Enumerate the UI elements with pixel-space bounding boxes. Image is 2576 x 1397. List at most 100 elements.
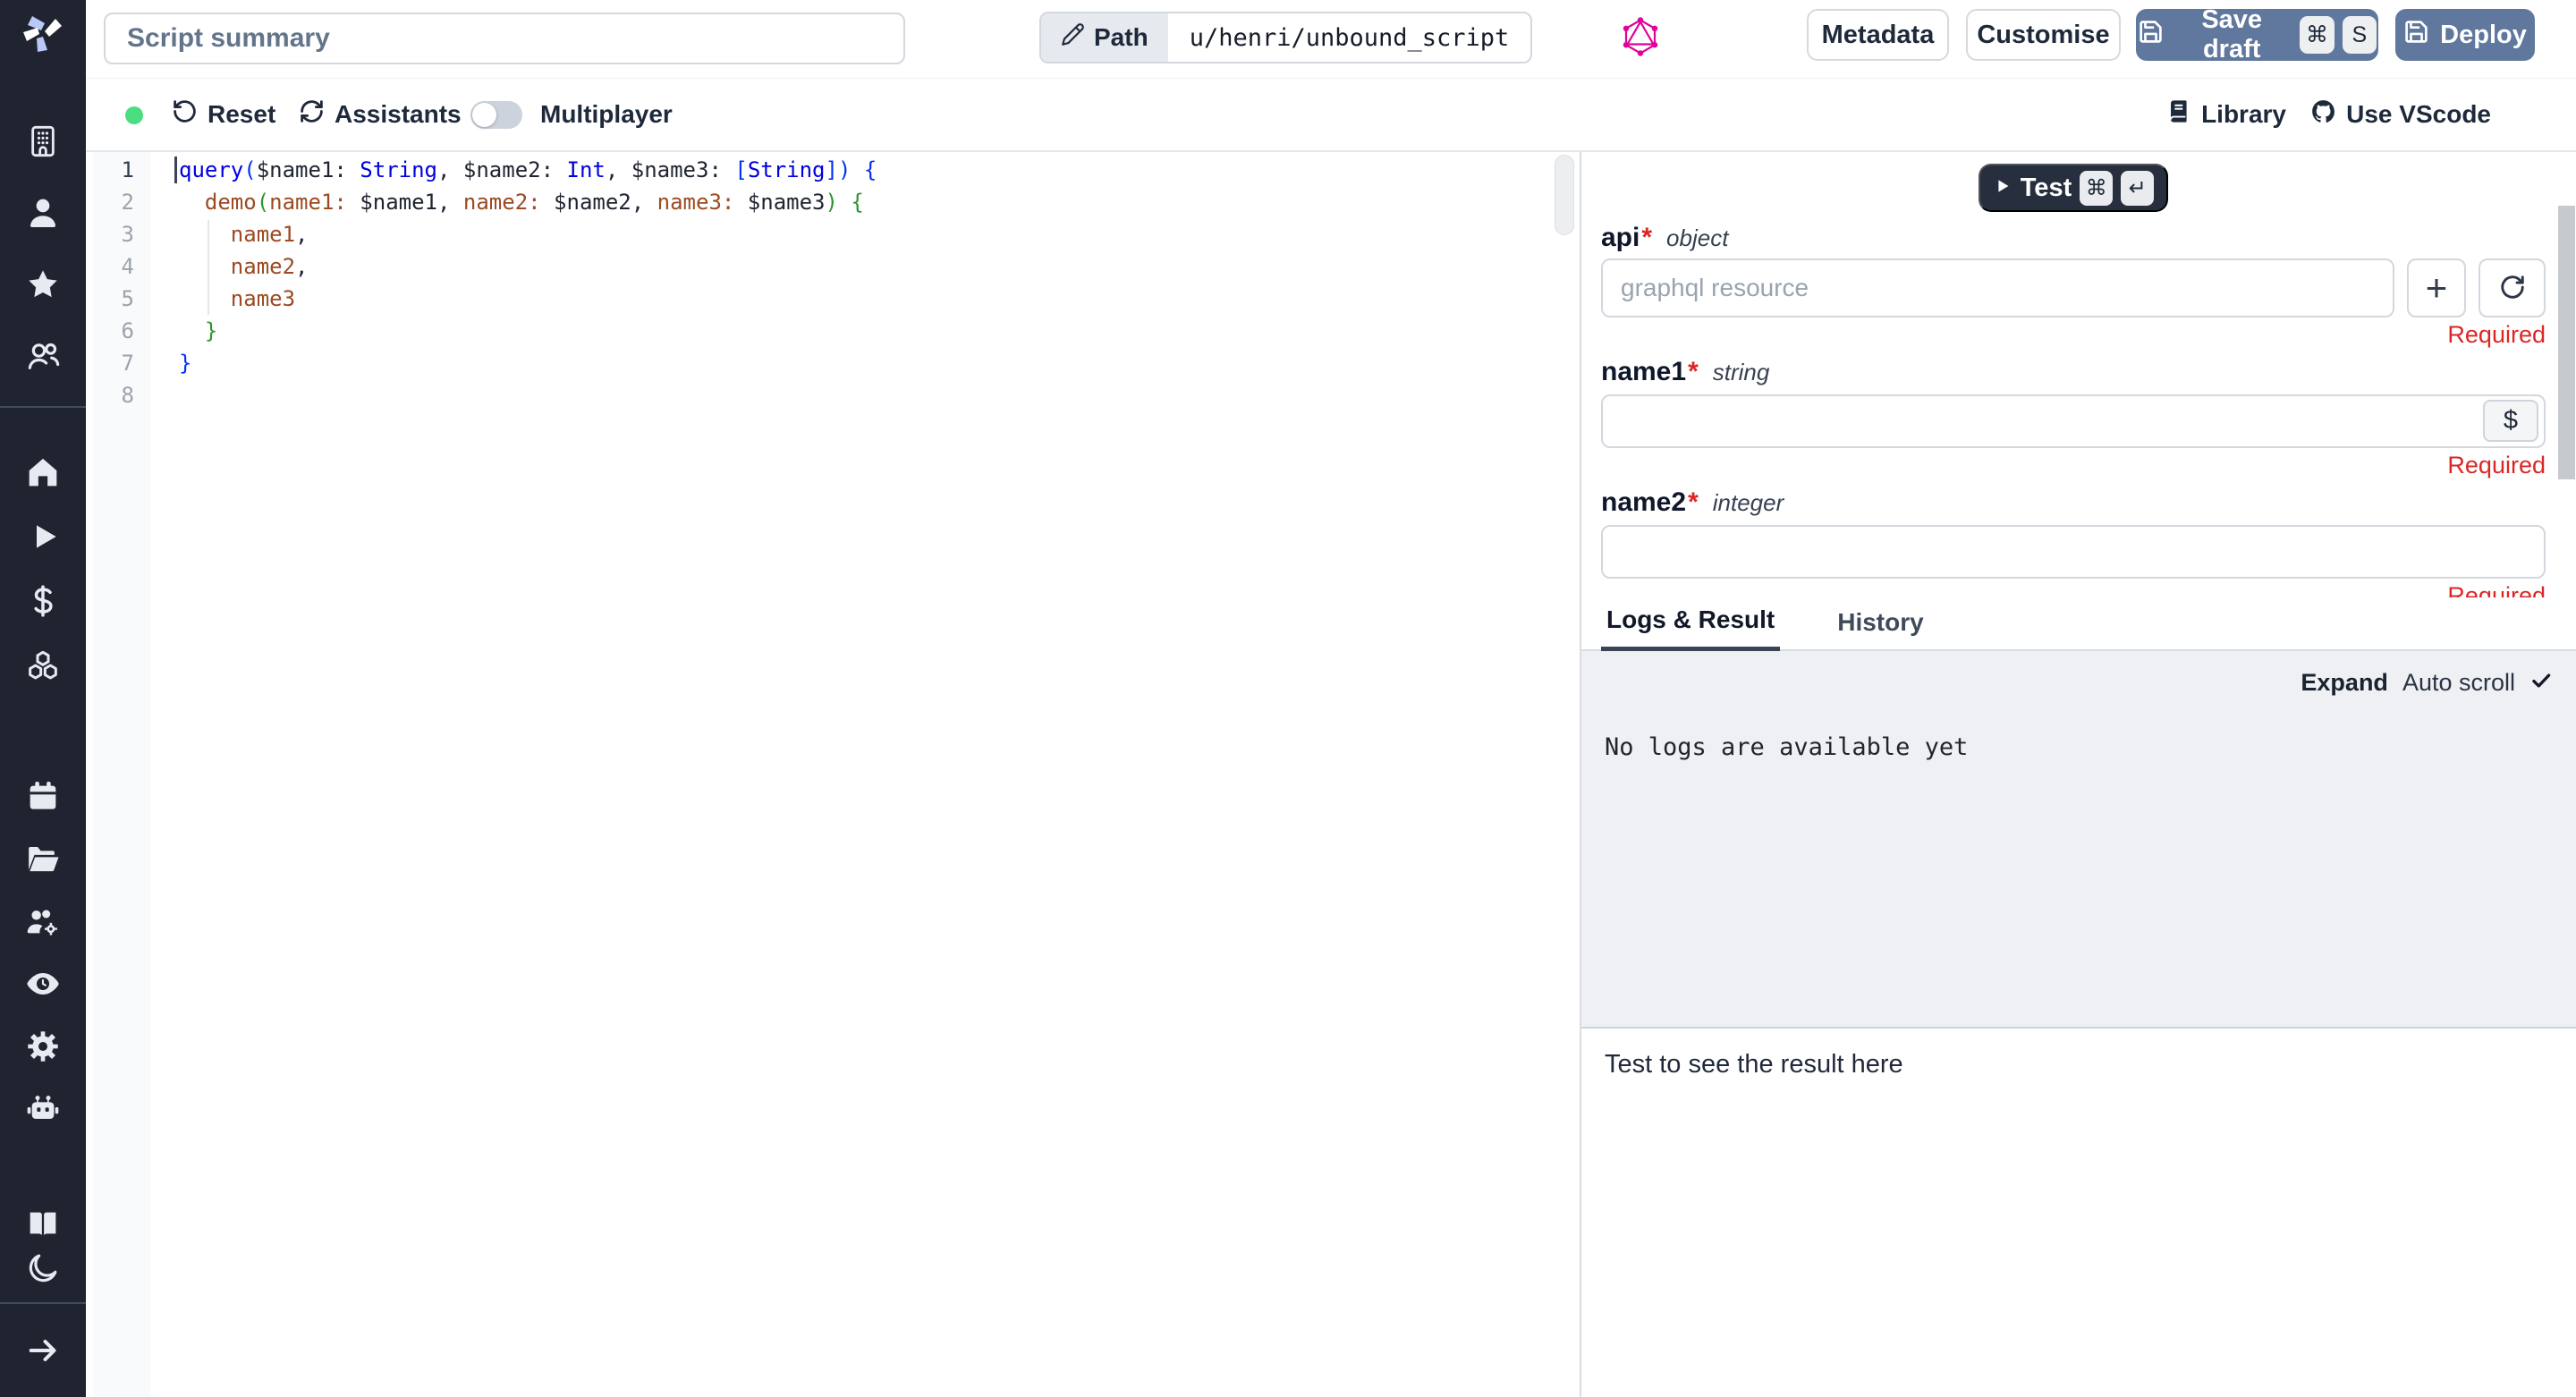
variable-picker-button[interactable]: $ [2483, 400, 2538, 442]
test-button[interactable]: Test ⌘ ↵ [1979, 164, 2168, 212]
code-line [179, 379, 877, 411]
script-summary-input[interactable] [104, 13, 905, 64]
text-cursor [174, 157, 177, 183]
result-tabs: Logs & Result History [1581, 597, 2576, 651]
name2-input[interactable] [1601, 525, 2546, 579]
windmill-logo-icon[interactable] [21, 13, 64, 55]
line-number: 6 [93, 315, 140, 347]
code-line: name2, [179, 250, 877, 283]
app-root: Path u/henri/unbound_script Metadata Cus… [0, 0, 2576, 1397]
sidebar-item-calendar[interactable] [0, 774, 86, 818]
sidebar-item-arrow-right[interactable] [0, 1328, 86, 1373]
code-line: } [179, 347, 877, 379]
code-lines[interactable]: query($name1: String, $name2: Int, $name… [179, 154, 877, 411]
sidebar-divider [0, 406, 86, 408]
line-number: 4 [93, 250, 140, 283]
save-draft-button[interactable]: Save draft ⌘ S [2136, 9, 2378, 61]
required-hint: Required [1601, 582, 2546, 597]
path-value[interactable]: u/henri/unbound_script [1168, 13, 1531, 62]
line-number: 5 [93, 283, 140, 315]
required-star: * [1641, 223, 1652, 253]
sidebar-item-boxes[interactable] [0, 643, 86, 688]
run-panel: Test ⌘ ↵ api* object + [1581, 152, 2576, 1397]
add-resource-button[interactable]: + [2407, 258, 2466, 318]
code-line: name3 [179, 283, 877, 315]
line-numbers: 12345678 [93, 154, 140, 411]
line-number: 8 [93, 379, 140, 411]
plus-icon: + [2426, 267, 2448, 309]
args-form: Test ⌘ ↵ api* object + [1581, 152, 2576, 597]
reset-button[interactable]: Reset [172, 79, 275, 150]
kbd-s: S [2343, 16, 2377, 54]
sidebar-item-building[interactable] [0, 119, 86, 164]
field-label-name2: name2* integer [1601, 487, 2546, 520]
sidebar-item-bot[interactable] [0, 1087, 86, 1131]
sidebar-item-folder-open[interactable] [0, 836, 86, 881]
field-label-api: api* object [1601, 223, 2546, 255]
pencil-icon [1061, 22, 1085, 53]
sidebar-divider [0, 1302, 86, 1304]
editor-scrollbar-thumb[interactable] [1555, 155, 1574, 235]
required-star: * [1688, 487, 1699, 518]
required-hint: Required [1601, 452, 2546, 478]
kbd-cmd: ⌘ [2300, 16, 2334, 54]
sidebar-item-eye[interactable] [0, 961, 86, 1006]
save-icon [2138, 19, 2164, 52]
check-icon[interactable] [2529, 669, 2553, 697]
library-button[interactable]: Library [2165, 79, 2286, 150]
sidebar-item-home[interactable] [0, 450, 86, 495]
tab-logs-result[interactable]: Logs & Result [1601, 605, 1780, 651]
sidebar-item-dollar[interactable] [0, 579, 86, 623]
play-icon [1993, 174, 2012, 203]
tab-history[interactable]: History [1832, 608, 1928, 649]
line-number: 7 [93, 347, 140, 379]
path-label: Path [1041, 13, 1168, 62]
graphql-logo-icon [1619, 15, 1662, 58]
code-line: query($name1: String, $name2: Int, $name… [179, 154, 877, 186]
rotate-ccw-icon [172, 98, 198, 131]
window-scrollbar-thumb[interactable] [2558, 206, 2575, 479]
refresh-resources-button[interactable] [2479, 258, 2546, 318]
result-pane: Test to see the result here [1581, 1027, 2576, 1397]
required-star: * [1688, 357, 1699, 387]
name1-input[interactable] [1601, 394, 2546, 448]
line-number: 3 [93, 218, 140, 250]
topbar: Path u/henri/unbound_script Metadata Cus… [86, 0, 2576, 79]
sidebar-item-moon[interactable] [0, 1246, 86, 1291]
multiplayer-toggle[interactable] [470, 101, 522, 129]
book-icon [2165, 98, 2191, 131]
expand-button[interactable]: Expand [2301, 669, 2388, 697]
refresh-cw-icon [299, 98, 325, 131]
sidebar-item-play[interactable] [0, 514, 86, 559]
code-line: name1, [179, 218, 877, 250]
sidebar-item-user[interactable] [0, 190, 86, 235]
sidebar-item-users-gear[interactable] [0, 899, 86, 944]
code-line: demo(name1: $name1, name2: $name2, name3… [179, 186, 877, 218]
field-label-name1: name1* string [1601, 357, 2546, 389]
api-resource-input[interactable] [1601, 258, 2394, 318]
path-chip[interactable]: Path u/henri/unbound_script [1039, 12, 1532, 64]
code-editor[interactable]: 12345678 query($name1: String, $name2: I… [86, 152, 1580, 1397]
assistants-button[interactable]: Assistants [299, 79, 462, 150]
use-vscode-button[interactable]: Use VScode [2310, 79, 2491, 150]
logs-pane: Expand Auto scroll No logs are available… [1581, 651, 2576, 1027]
save-icon [2403, 19, 2429, 52]
sidebar-item-users[interactable] [0, 334, 86, 378]
github-icon [2310, 98, 2336, 131]
editor-toolbar: Reset Assistants Multiplayer [86, 79, 2576, 152]
deploy-button[interactable]: Deploy [2395, 9, 2535, 61]
result-placeholder: Test to see the result here [1605, 1050, 1903, 1079]
logs-empty-text: No logs are available yet [1605, 733, 2553, 761]
required-hint: Required [1601, 321, 2546, 348]
customise-button[interactable]: Customise [1966, 9, 2121, 61]
sidebar-item-star[interactable] [0, 262, 86, 307]
metadata-button[interactable]: Metadata [1807, 9, 1949, 61]
kbd-cmd: ⌘ [2080, 171, 2113, 206]
sidebar-item-book-open[interactable] [0, 1201, 86, 1246]
sidebar-item-settings[interactable] [0, 1024, 86, 1069]
indent-guide [208, 220, 209, 315]
multiplayer-label: Multiplayer [540, 79, 673, 150]
autoscroll-label[interactable]: Auto scroll [2402, 669, 2515, 697]
line-number: 2 [93, 186, 140, 218]
code-line: } [179, 315, 877, 347]
